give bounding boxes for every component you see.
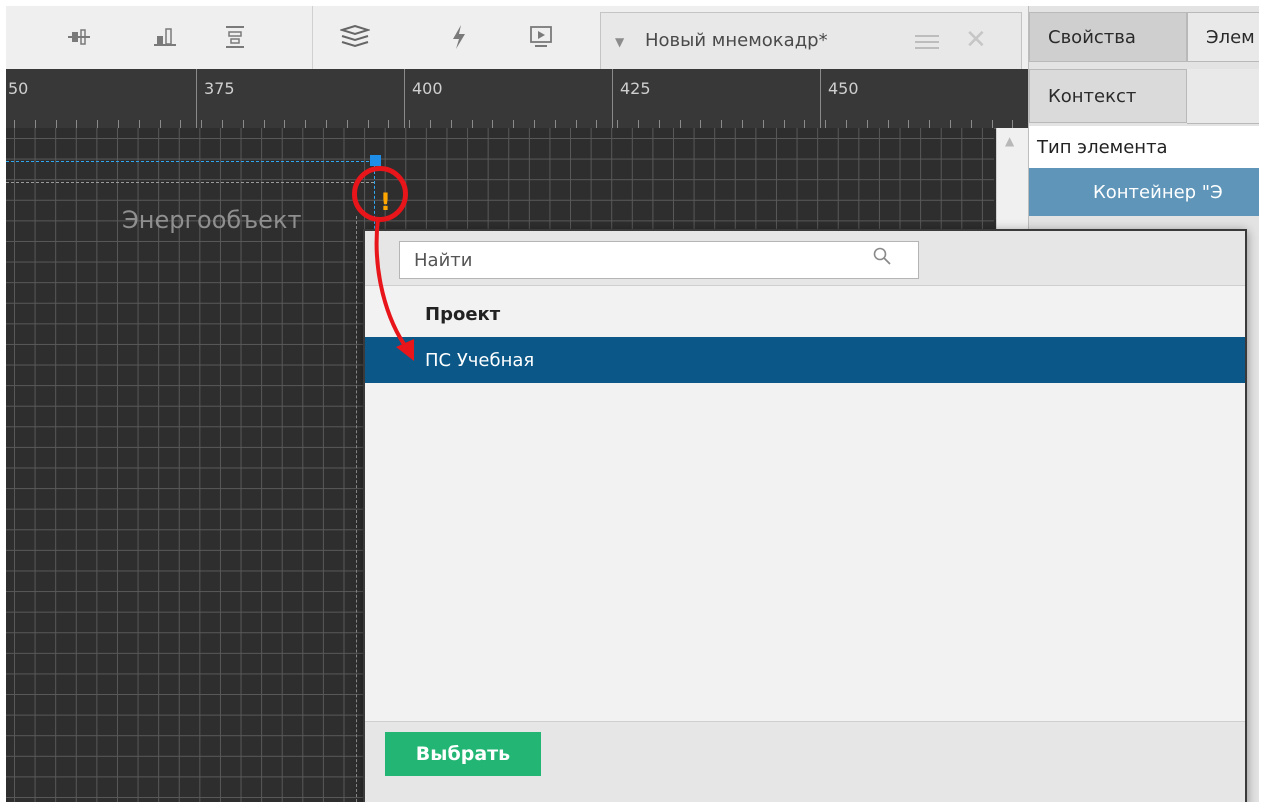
scroll-up-icon[interactable]: ▲ <box>1005 134 1014 148</box>
ruler-minor-tick <box>1012 120 1013 128</box>
ruler-minor-tick <box>56 120 57 128</box>
ruler-minor-tick <box>201 120 202 128</box>
tab-properties[interactable]: Свойства <box>1029 12 1187 62</box>
ruler-minor-tick <box>721 120 722 128</box>
annotation-circle <box>352 166 408 222</box>
layers-icon[interactable] <box>340 22 370 52</box>
ruler-minor-tick <box>472 120 473 128</box>
ruler-major-tick <box>612 69 613 128</box>
ruler-minor-tick <box>992 120 993 128</box>
ruler-minor-tick <box>430 120 431 128</box>
ruler-minor-tick <box>804 120 805 128</box>
element-type-value[interactable]: Контейнер "Э <box>1029 168 1259 216</box>
element-border-right <box>356 216 357 802</box>
tab-mnemo[interactable]: ▼ Новый мнемокадр* ✕ <box>600 12 1022 69</box>
ruler-minor-tick <box>659 120 660 128</box>
ruler-minor-tick <box>888 120 889 128</box>
ruler-minor-tick <box>368 120 369 128</box>
ruler-label: 375 <box>204 79 235 98</box>
close-icon[interactable]: ✕ <box>965 25 987 55</box>
ruler-major-tick <box>404 69 405 128</box>
select-button[interactable]: Выбрать <box>385 732 541 776</box>
horizontal-ruler: 50 375 400 425 450 <box>6 69 1028 129</box>
lightning-icon[interactable] <box>444 22 474 52</box>
ruler-minor-tick <box>680 120 681 128</box>
ruler-minor-tick <box>825 120 826 128</box>
ruler-minor-tick <box>409 120 410 128</box>
align-bottom-icon[interactable] <box>150 22 180 52</box>
ruler-minor-tick <box>700 120 701 128</box>
search-input[interactable] <box>399 241 919 279</box>
ruler-minor-tick <box>492 120 493 128</box>
ruler-major-tick <box>820 69 821 128</box>
ruler-minor-tick <box>222 120 223 128</box>
popup-footer: Выбрать <box>365 721 1245 802</box>
ruler-label: 425 <box>620 79 651 98</box>
ruler-minor-tick <box>326 120 327 128</box>
ruler-minor-tick <box>638 120 639 128</box>
align-center-icon[interactable] <box>64 22 94 52</box>
ruler-minor-tick <box>742 120 743 128</box>
ruler-label: 450 <box>828 79 859 98</box>
ruler-minor-tick <box>35 120 36 128</box>
ruler-minor-tick <box>180 120 181 128</box>
tab-context[interactable]: Контекст <box>1029 69 1187 123</box>
ruler-minor-tick <box>617 120 618 128</box>
ruler-minor-tick <box>118 120 119 128</box>
ruler-minor-tick <box>867 120 868 128</box>
ruler-minor-tick <box>347 120 348 128</box>
ruler-label: 400 <box>412 79 443 98</box>
chevron-down-icon[interactable]: ▼ <box>615 35 624 49</box>
selection-handle[interactable] <box>370 155 381 166</box>
ruler-minor-tick <box>160 120 161 128</box>
ruler-minor-tick <box>534 120 535 128</box>
guide-line-horizontal <box>6 161 374 162</box>
ruler-minor-tick <box>97 120 98 128</box>
ruler-label: 50 <box>8 79 29 98</box>
menu-icon[interactable] <box>915 31 939 51</box>
element-border-top <box>6 182 374 183</box>
ruler-minor-tick <box>305 120 306 128</box>
ruler-major-tick <box>196 69 197 128</box>
ruler-minor-tick <box>971 120 972 128</box>
ruler-minor-tick <box>76 120 77 128</box>
ruler-minor-tick <box>264 120 265 128</box>
tab-elements[interactable]: Элем <box>1187 12 1259 62</box>
ruler-minor-tick <box>596 120 597 128</box>
ruler-minor-tick <box>908 120 909 128</box>
ruler-minor-tick <box>576 120 577 128</box>
tab-title: Новый мнемокадр* <box>645 30 828 51</box>
tab-row-filler <box>1187 69 1259 124</box>
ruler-minor-tick <box>139 120 140 128</box>
ruler-minor-tick <box>513 120 514 128</box>
search-bar <box>365 231 1245 286</box>
ruler-minor-tick <box>846 120 847 128</box>
ruler-minor-tick <box>784 120 785 128</box>
ruler-minor-tick <box>451 120 452 128</box>
element-type-label: Тип элемента <box>1029 126 1259 168</box>
energo-object-label[interactable]: Энергообъект <box>122 206 301 234</box>
ruler-minor-tick <box>929 120 930 128</box>
distribute-icon[interactable] <box>220 22 250 52</box>
ruler-minor-tick <box>284 120 285 128</box>
ruler-minor-tick <box>950 120 951 128</box>
object-picker-popup: Проект ПС Учебная Выбрать <box>363 229 1247 802</box>
tree-group-project[interactable]: Проект <box>365 291 1245 337</box>
ruler-minor-tick <box>388 120 389 128</box>
ruler-minor-tick <box>763 120 764 128</box>
search-icon[interactable] <box>873 247 891 265</box>
play-screen-icon[interactable] <box>526 22 556 52</box>
ruler-minor-tick <box>555 120 556 128</box>
editor-window: ▼ Новый мнемокадр* ✕ 50 375 400 425 450 … <box>6 6 1259 802</box>
tree-item-selected[interactable]: ПС Учебная <box>365 337 1245 383</box>
ruler-minor-tick <box>14 120 15 128</box>
ruler-minor-tick <box>243 120 244 128</box>
toolbar: ▼ Новый мнемокадр* ✕ <box>6 6 1028 70</box>
